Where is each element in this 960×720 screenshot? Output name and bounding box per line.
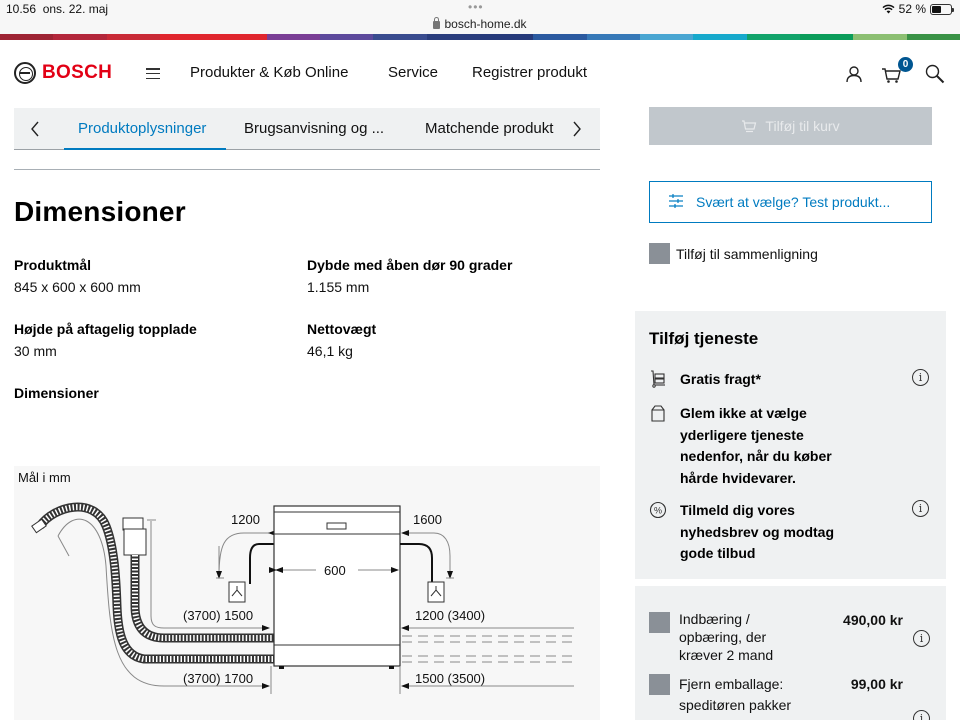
dim-label: 1500 (3500) (415, 671, 485, 686)
percent-icon: % (649, 501, 667, 519)
wifi-icon (882, 4, 895, 14)
dim-label: (3700) 1500 (183, 608, 253, 623)
spec-value: 30 mm (14, 343, 57, 359)
dim-label: 1200 (3400) (415, 608, 485, 623)
spec-label: Produktmål (14, 257, 92, 273)
nav-products[interactable]: Produkter & Køb Online (190, 64, 348, 81)
site-header: BOSCH Produkter & Køb Online Service Reg… (0, 40, 960, 104)
spec-label: Højde på aftagelig topplade (14, 321, 197, 337)
dimension-diagram: Mål i mm 1200 1600 600 (3700) 1500 1200 … (14, 466, 600, 720)
info-icon[interactable]: i (913, 630, 930, 647)
service-item: Gratis fragt* (649, 369, 860, 391)
filter-sliders-icon (668, 193, 684, 212)
address-bar[interactable]: bosch-home.dk (0, 17, 960, 31)
search-icon[interactable] (923, 62, 947, 86)
service-text: Tilmeld dig vores nyhedsbrev og modtag g… (680, 502, 835, 561)
info-icon[interactable]: i (913, 710, 930, 720)
multitask-dots[interactable]: ••• (468, 0, 484, 14)
addon-checkbox[interactable] (649, 612, 670, 633)
menu-icon[interactable] (146, 68, 160, 79)
service-panel: Tilføj tjeneste Gratis fragt* i Glem ikk… (635, 311, 946, 579)
add-to-cart-label: Tilføj til kurv (765, 118, 840, 134)
bosch-armature-icon (14, 62, 36, 84)
tab-manual[interactable]: Brugsanvisning og ... (244, 120, 384, 137)
bosch-logo[interactable]: BOSCH (14, 62, 112, 84)
spec-value: 845 x 600 x 600 mm (14, 279, 141, 295)
add-to-cart-button[interactable]: Tilføj til kurv (649, 107, 932, 145)
cart-icon (741, 119, 757, 133)
ios-status-bar: 10.56 ons. 22. maj ••• bosch-home.dk 52 … (0, 0, 960, 34)
dim-label: 600 (324, 563, 346, 578)
service-title: Tilføj tjeneste (649, 329, 759, 348)
section-divider (14, 169, 600, 170)
user-icon[interactable] (842, 62, 866, 86)
spec-label: Nettovægt (307, 321, 377, 337)
tab-matching-products[interactable]: Matchende produkt (425, 120, 560, 137)
service-text: Gratis fragt* (680, 371, 761, 387)
addon-price: 490,00 kr (843, 612, 903, 628)
info-icon[interactable]: i (912, 369, 929, 386)
spec-value: 1.155 mm (307, 279, 370, 295)
addon-services-panel: Indbæring / opbæring, der kræver 2 mand … (635, 586, 946, 720)
addon-label: Indbæring / opbæring, der kræver 2 mand (679, 611, 774, 663)
compare-label: Tilføj til sammenligning (676, 245, 818, 262)
url-text: bosch-home.dk (444, 17, 527, 31)
dimension-subheading: Dimensioner (14, 385, 99, 401)
brand-name: BOSCH (42, 62, 113, 83)
status-indicators: 52 % (882, 2, 954, 16)
active-tab-indicator (64, 148, 226, 150)
battery-icon (930, 3, 954, 15)
delivery-cart-icon (649, 370, 667, 388)
battery-percent: 52 % (898, 2, 926, 16)
addon-label: Fjern emballage: speditøren pakker (679, 676, 792, 713)
dimension-drawing: 1200 1600 600 (3700) 1500 1200 (3400) (3… (31, 502, 574, 694)
tab-product-info[interactable]: Produktoplysninger (78, 120, 206, 137)
test-product-button[interactable]: Svært at vælge? Test produkt... (649, 181, 932, 223)
service-item: Glem ikke at vælge yderligere tjeneste n… (649, 403, 860, 489)
svg-text:%: % (654, 506, 662, 516)
lock-icon (433, 17, 441, 29)
cart-count-badge: 0 (898, 57, 913, 72)
spec-value: 46,1 kg (307, 343, 353, 359)
dim-label: 1200 (231, 512, 260, 527)
addon-price: 99,00 kr (850, 676, 903, 692)
status-time: 10.56 ons. 22. maj (6, 2, 109, 16)
tabs-prev-arrow[interactable] (28, 120, 42, 138)
spec-label: Dybde med åben dør 90 grader (307, 257, 513, 273)
dim-label: (3700) 1700 (183, 671, 253, 686)
service-text: Glem ikke at vælge yderligere tjeneste n… (680, 405, 832, 486)
tabs-next-arrow[interactable] (570, 120, 584, 138)
dishwasher-outline (273, 505, 401, 669)
section-title: Dimensioner (14, 196, 186, 227)
dim-label: 1600 (413, 512, 442, 527)
nav-service[interactable]: Service (388, 64, 438, 81)
checkbox[interactable] (649, 243, 670, 264)
addon-checkbox[interactable] (649, 674, 670, 695)
service-item: % Tilmeld dig vores nyhedsbrev og modtag… (649, 500, 860, 565)
test-product-label: Svært at vælge? Test produkt... (696, 194, 891, 210)
product-tabs: Produktoplysninger Brugsanvisning og ...… (14, 108, 600, 150)
compare-checkbox[interactable]: Tilføj til sammenligning (649, 243, 818, 264)
shopping-bag-icon (649, 404, 667, 422)
nav-register-product[interactable]: Registrer produkt (472, 64, 587, 81)
info-icon[interactable]: i (912, 500, 929, 517)
